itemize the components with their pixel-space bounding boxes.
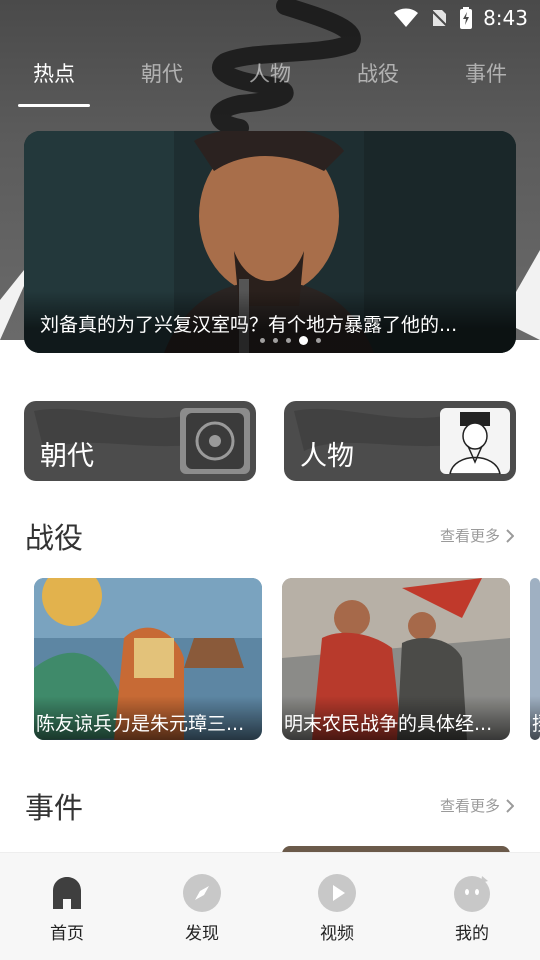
bottom-navigation: 首页 发现 视频 我的 (0, 852, 540, 960)
profile-icon (454, 876, 490, 912)
carousel-dot (273, 338, 278, 343)
battles-see-more[interactable]: 查看更多 (440, 525, 514, 546)
portrait-icon (440, 408, 510, 474)
nav-profile-label: 我的 (455, 924, 489, 944)
home-icon (53, 877, 81, 909)
people-card-label: 人物 (300, 441, 354, 472)
battle-card[interactable]: 明末农民战争的具体经... (282, 578, 510, 740)
active-tab-indicator (18, 104, 90, 107)
nav-home-label: 首页 (50, 924, 84, 944)
tab-events[interactable]: 事件 (441, 58, 531, 88)
events-section-title: 事件 (25, 791, 84, 825)
chevron-right-icon (506, 798, 514, 813)
people-thumbnail (440, 408, 510, 474)
nav-home[interactable]: 首页 (27, 873, 107, 944)
tab-people[interactable]: 人物 (225, 58, 315, 88)
carousel-dot (286, 338, 291, 343)
status-time: 8:43 (483, 6, 528, 30)
dynasty-card[interactable]: 朝代 (24, 401, 256, 481)
status-bar: 8:43 (0, 0, 540, 36)
nav-video[interactable]: 视频 (297, 873, 377, 944)
battle-card-title: 明末农民战争的具体经... (284, 713, 493, 735)
battle-card-title: 陈友谅兵力是朱元璋三... (36, 713, 245, 735)
no-sim-icon (430, 9, 448, 27)
see-more-label: 查看更多 (439, 797, 500, 815)
nav-discover[interactable]: 发现 (162, 873, 242, 944)
compass-icon (183, 874, 221, 912)
banner-title: 刘备真的为了兴复汉室吗？有个地方暴露了他的... (40, 314, 458, 336)
people-card[interactable]: 人物 (284, 401, 516, 481)
wifi-icon (394, 8, 419, 27)
carousel-indicator (260, 336, 321, 345)
seal-icon (180, 408, 250, 474)
tab-hot[interactable]: 热点 (9, 58, 99, 88)
tab-battles[interactable]: 战役 (333, 58, 423, 88)
battery-charging-icon (460, 7, 473, 29)
banner-carousel[interactable]: 刘备真的为了兴复汉室吗？有个地方暴露了他的... (24, 131, 516, 353)
see-more-label: 查看更多 (439, 527, 500, 545)
nav-profile[interactable]: 我的 (432, 873, 512, 944)
carousel-dot-active (299, 336, 308, 345)
battle-card-title: 揆 (532, 709, 540, 736)
play-icon (318, 874, 356, 912)
nav-discover-label: 发现 (185, 924, 219, 944)
chevron-right-icon (506, 528, 514, 543)
battle-card[interactable]: 陈友谅兵力是朱元璋三... (34, 578, 262, 740)
nav-video-label: 视频 (320, 924, 354, 944)
app-screen: 8:43 热点 朝代 人物 战役 事件 刘备真的为了兴复汉室吗？有个地方暴露了他… (0, 0, 540, 960)
category-tabs: 热点 朝代 人物 战役 事件 (0, 52, 540, 112)
carousel-dot (260, 338, 265, 343)
carousel-dot (316, 338, 321, 343)
dynasty-thumbnail (180, 408, 250, 474)
tab-dynasty[interactable]: 朝代 (117, 58, 207, 88)
events-see-more[interactable]: 查看更多 (440, 795, 514, 816)
battles-section-title: 战役 (25, 521, 84, 555)
battle-card-partial[interactable]: 揆 (530, 578, 540, 740)
dynasty-card-label: 朝代 (40, 441, 94, 472)
status-icons: 8:43 (393, 6, 528, 30)
